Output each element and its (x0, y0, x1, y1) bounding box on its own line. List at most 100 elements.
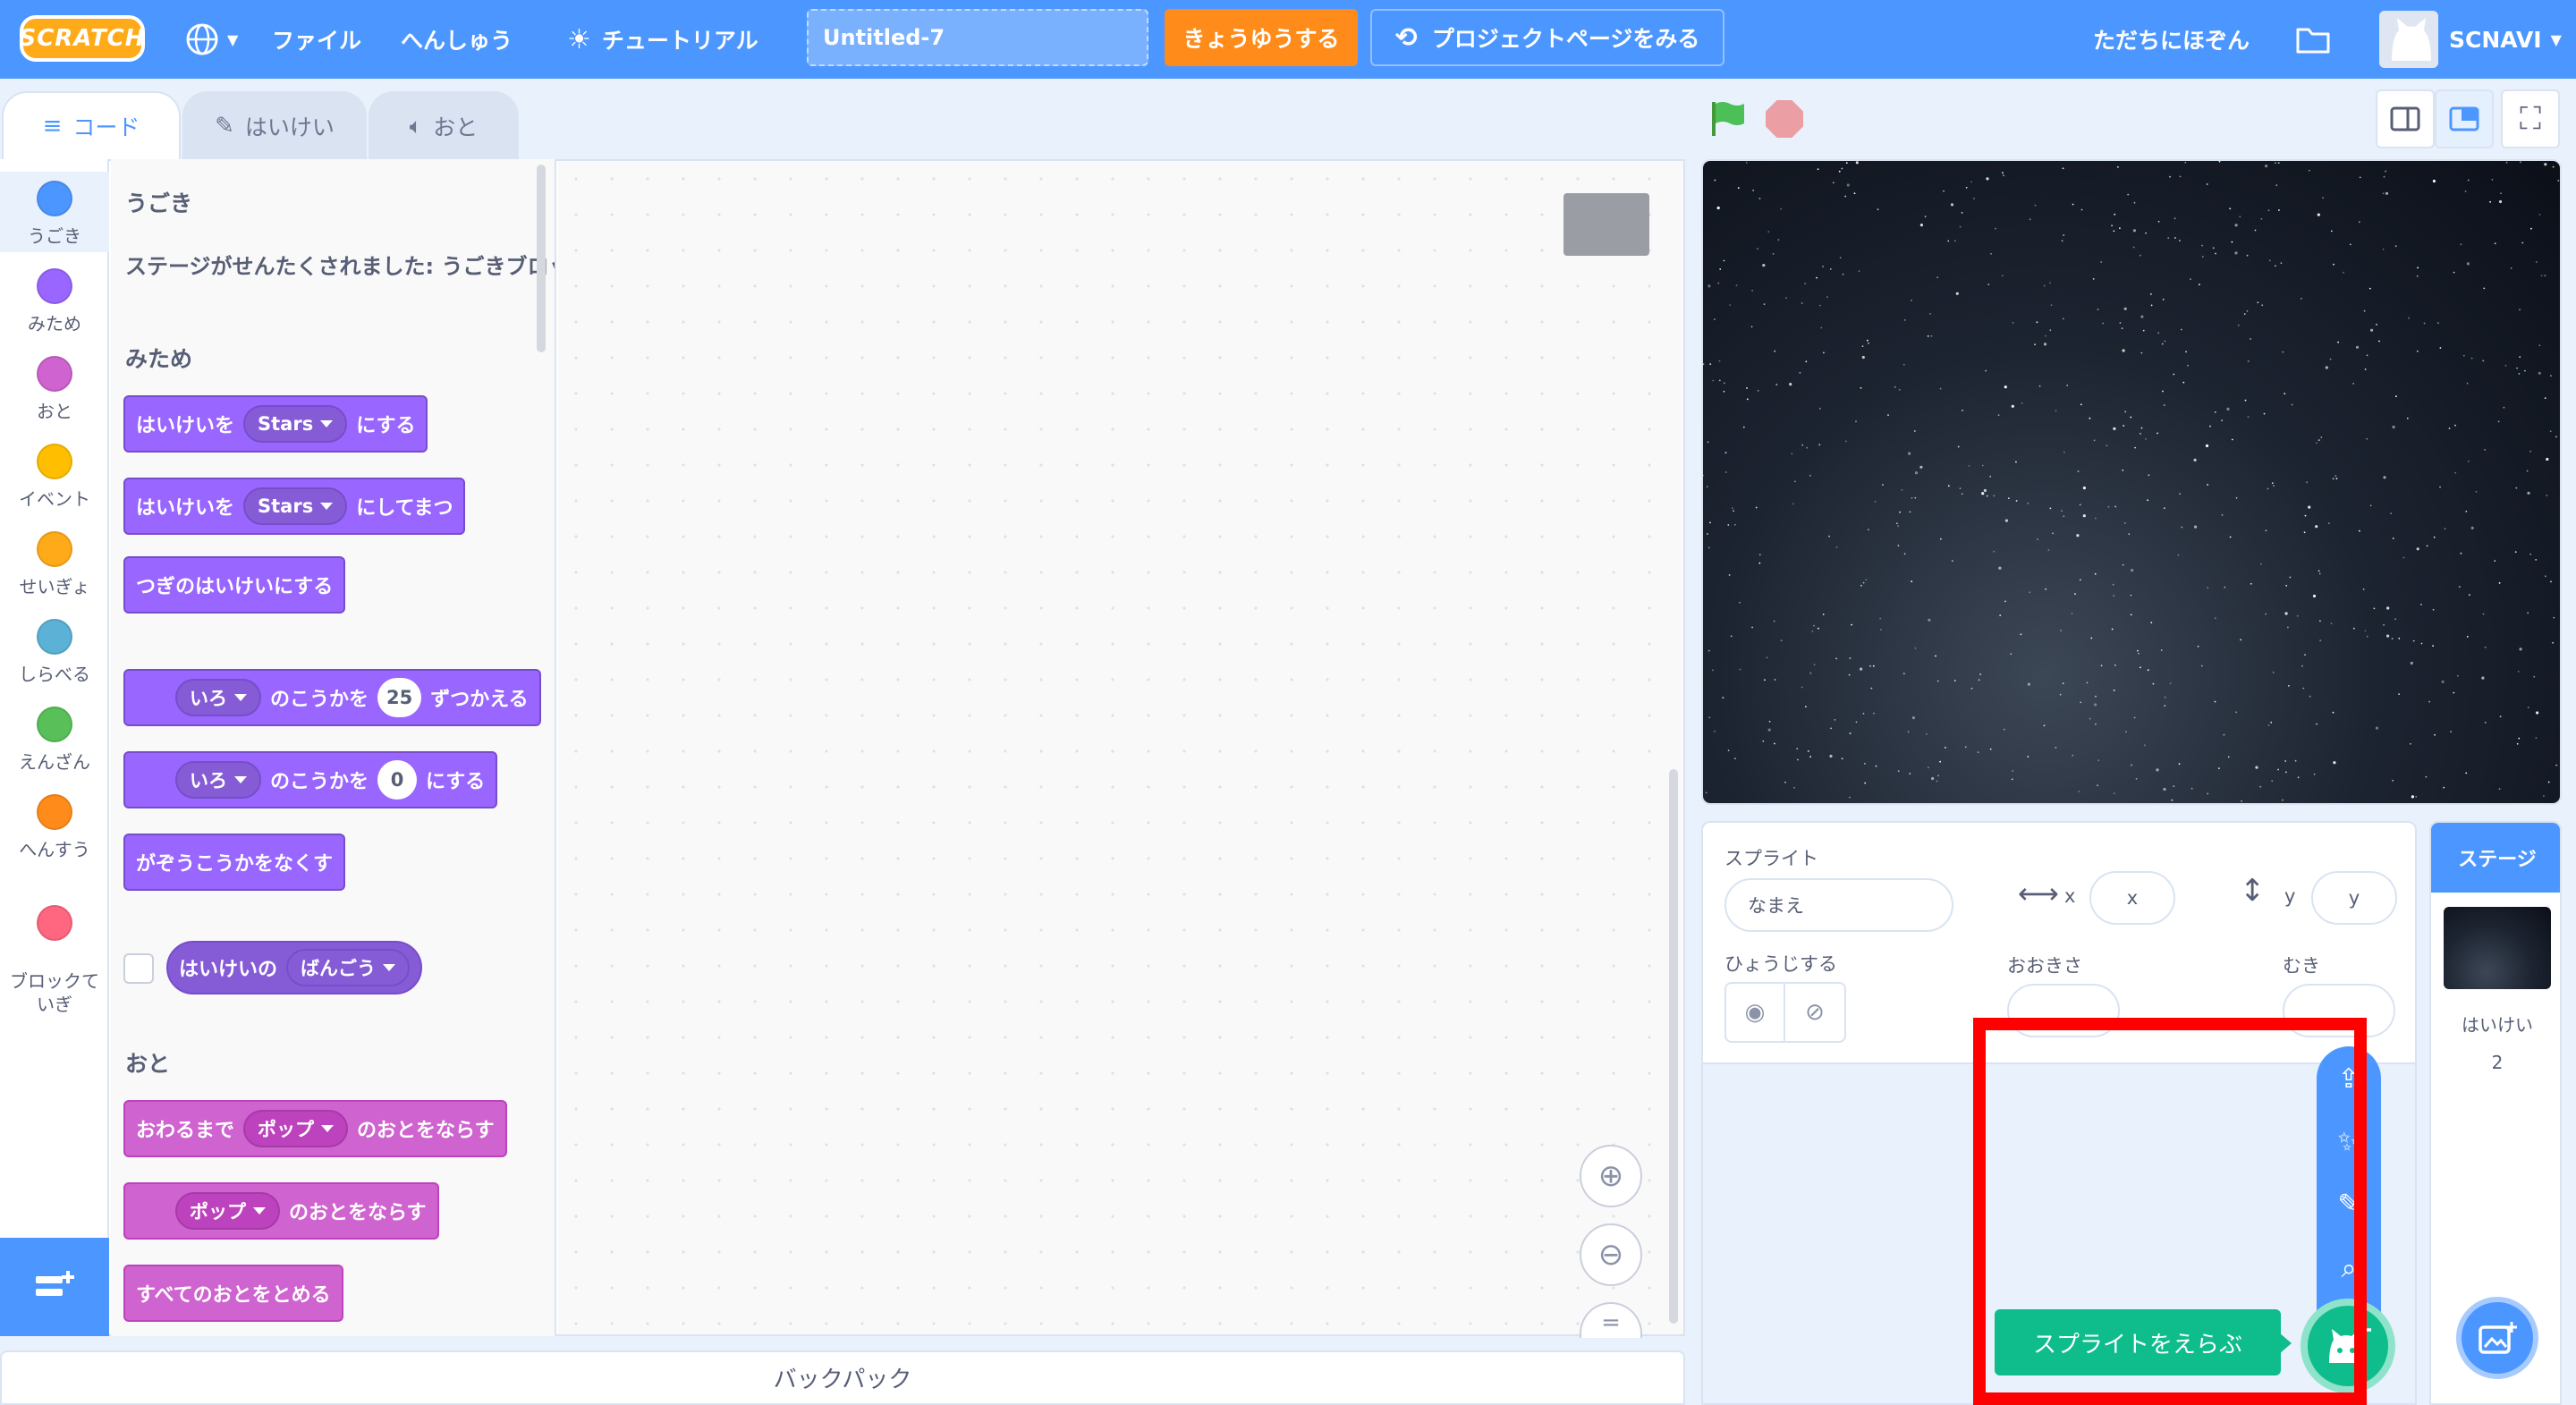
direction-label: むき (2283, 955, 2320, 977)
project-title-input[interactable]: Untitled-7 (807, 9, 1148, 66)
backdrop-attribute-dropdown[interactable]: ばんごう (286, 949, 411, 986)
block-next-backdrop[interactable]: つぎのはいけいにする (123, 556, 346, 614)
y-position-input[interactable]: y (2311, 871, 2397, 925)
caret-down-icon (253, 1207, 266, 1215)
backdrop-dropdown[interactable]: Stars (243, 487, 348, 525)
small-stage-button[interactable] (2376, 89, 2435, 148)
equals-icon: = (1601, 1309, 1621, 1336)
stage-thumbnail (2444, 907, 2551, 989)
stage-canvas[interactable] (1701, 159, 2562, 805)
block-set-effect[interactable]: いろ のこうかを 0 にする (123, 751, 498, 808)
category-label: へんすう (19, 839, 90, 860)
block-text: のこうかを (270, 771, 369, 793)
normal-stage-button[interactable] (2435, 89, 2494, 148)
category-motion[interactable]: うごき (0, 172, 109, 252)
file-menu[interactable]: ファイル (272, 0, 361, 79)
block-play-sound-until-done[interactable]: おわるまで ポップ のおとをならす (123, 1100, 507, 1157)
block-text: のおとをならす (289, 1202, 427, 1224)
zoom-out-button[interactable]: ⊖ (1580, 1223, 1642, 1286)
account-menu[interactable]: SCNAVI ▼ (2449, 0, 2562, 79)
block-switch-backdrop[interactable]: はいけいを Stars にする (123, 395, 428, 453)
choose-backdrop-button[interactable] (2456, 1297, 2538, 1379)
sound-dropdown[interactable]: ポップ (175, 1192, 280, 1230)
add-backdrop-icon (2479, 1322, 2517, 1354)
category-dot (37, 707, 72, 742)
dropdown-value: ポップ (190, 1201, 246, 1223)
category-label: おと (37, 401, 72, 422)
palette-scrollbar[interactable] (537, 165, 546, 352)
chevron-down-icon: ▼ (2550, 30, 2562, 48)
block-clear-graphic-effects[interactable]: がぞうこうかをなくす (123, 834, 346, 891)
tab-code[interactable]: ≡ コード (2, 91, 181, 159)
effect-value-input[interactable]: 0 (377, 760, 418, 800)
tutorials-menu[interactable]: ☀ チュートリアル (567, 0, 758, 79)
category-control[interactable]: せいぎょ (0, 522, 109, 598)
block-change-effect[interactable]: いろ のこうかを 25 ずつかえる (123, 669, 541, 726)
effect-dropdown[interactable]: いろ (175, 679, 261, 716)
effect-amount-input[interactable]: 25 (377, 678, 422, 717)
sprite-name-input[interactable]: なまえ (1724, 878, 1953, 932)
zoom-out-icon: ⊖ (1597, 1237, 1624, 1273)
scratch-logo[interactable]: SCRATCH (19, 15, 145, 62)
dropdown-value: ばんごう (301, 958, 377, 979)
speaker-icon: 🔈︎ (409, 114, 423, 139)
x-position-input[interactable]: x (2089, 871, 2175, 925)
caret-down-icon (320, 503, 334, 510)
size-label: おおきさ (2007, 955, 2082, 977)
block-text: はいけいを (136, 415, 235, 437)
palette-heading-sound: おと (125, 1051, 171, 1077)
zoom-in-button[interactable]: ⊕ (1580, 1145, 1642, 1207)
category-dot (37, 181, 72, 216)
category-operators[interactable]: えんざん (0, 698, 109, 774)
my-stuff-folder-icon[interactable] (2295, 0, 2331, 79)
backdrops-count: 2 (2491, 1052, 2504, 1073)
dropdown-value: Stars (258, 495, 314, 517)
add-extension-button[interactable] (0, 1238, 109, 1336)
monitor-checkbox[interactable] (123, 953, 154, 984)
share-button[interactable]: きょうゆうする (1165, 9, 1358, 66)
edit-menu[interactable]: へんしゅう (401, 0, 513, 79)
avatar[interactable] (2379, 11, 2438, 68)
category-label: うごき (28, 225, 81, 247)
palette-heading-looks: みため (125, 346, 193, 372)
zoom-in-icon: ⊕ (1597, 1158, 1624, 1194)
category-dot (37, 619, 72, 655)
category-sound[interactable]: おと (0, 347, 109, 423)
block-text: すべてのおとをとめる (136, 1284, 331, 1307)
category-variables[interactable]: へんすう (0, 785, 109, 861)
block-text: おわるまで (136, 1120, 235, 1142)
caret-down-icon (320, 420, 334, 427)
category-events[interactable]: イベント (0, 435, 109, 511)
category-my-blocks[interactable]: ブロックて いぎ (0, 873, 109, 1016)
paintbrush-icon: ✎ (215, 113, 234, 140)
language-menu[interactable]: ▼ (184, 0, 238, 79)
effect-dropdown[interactable]: いろ (175, 761, 261, 799)
backpack[interactable]: バックパック (0, 1350, 1685, 1405)
dropdown-value: Stars (258, 413, 314, 435)
block-stop-all-sounds[interactable]: すべてのおとをとめる (123, 1265, 343, 1322)
sound-dropdown[interactable]: ポップ (243, 1110, 349, 1147)
fullscreen-button[interactable]: ⛶ (2501, 89, 2560, 148)
show-eye-icon[interactable]: ◉ (1726, 984, 1785, 1041)
see-project-page-button[interactable]: ⟲ プロジェクトページをみる (1370, 9, 1724, 66)
caret-down-icon (234, 776, 247, 783)
backdrop-dropdown[interactable]: Stars (243, 405, 348, 443)
save-now-button[interactable]: ただちにほぞん (2093, 0, 2250, 79)
block-switch-backdrop-and-wait[interactable]: はいけいを Stars にしてまつ (123, 478, 466, 535)
tab-backdrops[interactable]: ✎ はいけい (182, 91, 367, 159)
block-backdrop-number-reporter[interactable]: はいけいの ばんごう (166, 941, 423, 995)
workspace-scrollbar[interactable] (1669, 769, 1678, 1324)
category-sensing[interactable]: しらべる (0, 610, 109, 686)
block-text: のこうかを (270, 689, 369, 711)
chevron-down-icon: ▼ (227, 30, 239, 48)
tab-sounds[interactable]: 🔈︎ おと (369, 91, 519, 159)
code-workspace[interactable] (558, 161, 1683, 1334)
block-start-sound[interactable]: ポップ のおとをならす (123, 1182, 439, 1240)
stage-selector[interactable]: ステージ はいけい 2 (2429, 821, 2562, 1405)
stop-icon[interactable] (1766, 100, 1803, 138)
backdrops-label: はいけい (2462, 1014, 2533, 1036)
hide-eye-icon[interactable]: ⊘ (1785, 984, 1844, 1041)
category-looks[interactable]: みため (0, 259, 109, 335)
category-dot (37, 794, 72, 830)
green-flag-icon[interactable] (1707, 98, 1746, 141)
